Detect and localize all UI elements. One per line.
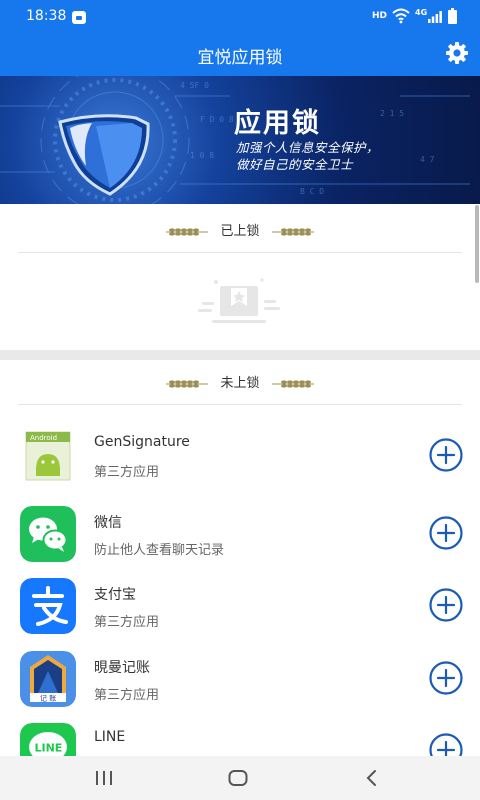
svg-text:Android: Android <box>30 434 57 442</box>
app-name: 晛曼记账 <box>94 660 150 676</box>
back-icon[interactable] <box>364 769 378 787</box>
system-nav-bar <box>0 756 480 800</box>
add-lock-button[interactable] <box>429 516 463 550</box>
alipay-icon <box>20 578 76 634</box>
section-separator <box>0 350 480 360</box>
app-name: 微信 <box>94 515 122 531</box>
laurel-right-icon <box>271 379 314 388</box>
laurel-left-icon <box>166 227 209 236</box>
svg-text:F D 0 8: F D 0 8 <box>200 115 234 124</box>
divider <box>18 252 462 253</box>
status-bar: 18:38 HD 4G <box>0 0 480 34</box>
page-title: 宜悦应用锁 <box>197 48 283 68</box>
app-name: GenSignature <box>94 434 190 450</box>
bookkeeping-icon: 记 账 <box>20 651 76 707</box>
laurel-right-icon <box>271 227 314 236</box>
app-lock-status-icon <box>72 11 86 24</box>
empty-list-icon <box>198 278 280 323</box>
divider <box>18 404 462 405</box>
app-row-gensignature[interactable]: Android GenSignature 第三方应用 <box>0 428 480 500</box>
app-description: 第三方应用 <box>94 615 160 630</box>
svg-text:LINE: LINE <box>35 742 63 755</box>
app-name: LINE <box>94 729 126 745</box>
unlocked-section-title: 未上锁 <box>220 376 260 391</box>
banner: 4 5F 0 F D 0 8 2 1 5 B C D 4 7 1 0 8 应用锁… <box>0 76 480 204</box>
locked-section-title: 已上锁 <box>220 224 260 239</box>
signal-icon <box>428 11 442 23</box>
svg-text:B C D: B C D <box>300 187 324 196</box>
shield-icon <box>58 114 150 196</box>
add-lock-button[interactable] <box>429 438 463 472</box>
recents-icon[interactable] <box>94 770 114 786</box>
svg-text:1 0 8: 1 0 8 <box>190 151 214 160</box>
status-time: 18:38 <box>26 8 67 24</box>
battery-icon <box>448 8 457 24</box>
unlocked-section-header: 未上锁 <box>18 372 462 391</box>
app-bar: 宜悦应用锁 <box>0 34 480 76</box>
network-type-label: 4G <box>415 8 428 17</box>
app-row-bookkeeping[interactable]: 记 账 晛曼记账 第三方应用 <box>0 651 480 723</box>
add-lock-button[interactable] <box>429 661 463 695</box>
wechat-icon <box>20 506 76 562</box>
hd-label: HD <box>372 11 388 21</box>
home-icon[interactable] <box>228 769 248 787</box>
scrollbar[interactable] <box>475 205 479 283</box>
svg-text:记 账: 记 账 <box>40 694 56 703</box>
gear-icon <box>446 42 468 64</box>
locked-section-header: 已上锁 <box>18 220 462 239</box>
svg-text:4 7: 4 7 <box>420 155 435 164</box>
app-description: 防止他人查看聊天记录 <box>94 543 225 558</box>
add-lock-button[interactable] <box>429 588 463 622</box>
app-row-wechat[interactable]: 微信 防止他人查看聊天记录 <box>0 506 480 578</box>
android-app-icon: Android <box>20 428 76 484</box>
banner-title: 应用锁 <box>234 108 321 139</box>
app-row-alipay[interactable]: 支付宝 第三方应用 <box>0 578 480 650</box>
settings-button[interactable] <box>444 40 470 66</box>
app-description: 第三方应用 <box>94 465 160 480</box>
wifi-icon <box>392 8 410 24</box>
banner-slogan-line-2: 做好自己的安全卫士 <box>236 157 354 172</box>
svg-text:4 5F 0: 4 5F 0 <box>180 81 209 90</box>
app-name: 支付宝 <box>94 587 136 603</box>
svg-text:2 1 5: 2 1 5 <box>380 109 404 118</box>
laurel-left-icon <box>166 379 209 388</box>
app-description: 第三方应用 <box>94 688 160 703</box>
